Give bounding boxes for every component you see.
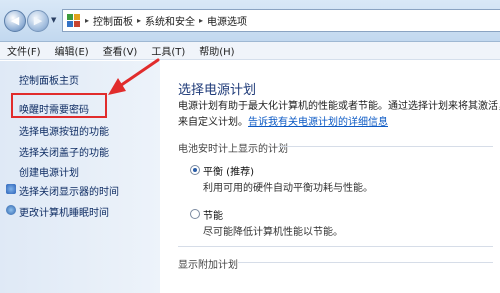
- radio-power-saver[interactable]: [190, 209, 200, 219]
- description-line: 来自定义计划。告诉我有关电源计划的详细信息: [178, 115, 500, 131]
- plan-name-balanced[interactable]: 平衡 (推荐): [203, 163, 254, 178]
- address-bar: ◀ ▶ ▼ ▸ 控制面板 ▸ 系统和安全 ▸ 电源选项: [0, 0, 500, 42]
- breadcrumb-separator: ▸: [199, 16, 204, 25]
- menu-file[interactable]: 文件(F): [0, 43, 48, 58]
- sidebar-item-lid-close[interactable]: 选择关闭盖子的功能: [19, 144, 109, 159]
- section-divider: [238, 262, 493, 263]
- breadcrumb-separator: ▸: [137, 16, 142, 25]
- menu-tools[interactable]: 工具(T): [144, 43, 192, 58]
- breadcrumb-control-panel[interactable]: 控制面板: [93, 13, 133, 28]
- section-battery-plans: 电池安时计上显示的计划: [178, 144, 288, 155]
- sidebar-item-control-panel-home[interactable]: 控制面板主页: [19, 72, 79, 87]
- plan-name-power-saver[interactable]: 节能: [203, 207, 223, 222]
- breadcrumb-power-options[interactable]: 电源选项: [207, 13, 247, 28]
- sidebar-item-power-button[interactable]: 选择电源按钮的功能: [19, 123, 109, 138]
- back-button[interactable]: ◀: [4, 10, 26, 32]
- menu-view[interactable]: 查看(V): [96, 43, 145, 58]
- show-additional-plans[interactable]: 显示附加计划: [178, 256, 238, 271]
- breadcrumb-system-security[interactable]: 系统和安全: [145, 13, 195, 28]
- history-dropdown-icon[interactable]: ▼: [51, 16, 56, 24]
- content-pane: 选择电源计划 电源计划有助于最大化计算机的性能或者节能。通过选择计划来将其激活，…: [160, 61, 500, 293]
- page-title: 选择电源计划: [178, 83, 257, 98]
- display-icon: [6, 184, 16, 194]
- menu-edit[interactable]: 编辑(E): [48, 43, 96, 58]
- page-description: 电源计划有助于最大化计算机的性能或者节能。通过选择计划来将其激活， 来自定义计划…: [178, 99, 500, 131]
- breadcrumb-separator: ▸: [85, 16, 90, 25]
- forward-button[interactable]: ▶: [27, 10, 49, 32]
- radio-balanced[interactable]: [190, 165, 200, 175]
- sidebar-item-sleep-time[interactable]: 更改计算机睡眠时间: [19, 204, 109, 219]
- plan-desc-power-saver: 尽可能降低计算机性能以节能。: [203, 227, 343, 238]
- menu-bar: 文件(F) 编辑(E) 查看(V) 工具(T) 帮助(H): [0, 42, 500, 60]
- sidebar-item-display-off[interactable]: 选择关闭显示器的时间: [19, 183, 119, 198]
- sleep-icon: [6, 205, 16, 215]
- section-divider: [278, 146, 493, 147]
- control-panel-icon: [67, 13, 81, 28]
- description-line: 电源计划有助于最大化计算机的性能或者节能。通过选择计划来将其激活，: [178, 101, 500, 112]
- menu-help[interactable]: 帮助(H): [192, 43, 241, 58]
- highlight-box: [11, 93, 107, 118]
- plan-desc-balanced: 利用可用的硬件自动平衡功耗与性能。: [203, 183, 373, 194]
- sidebar-item-create-plan[interactable]: 创建电源计划: [19, 164, 79, 179]
- section-divider: [178, 246, 493, 247]
- description-prefix: 来自定义计划。: [178, 117, 248, 128]
- help-link[interactable]: 告诉我有关电源计划的详细信息: [248, 117, 388, 128]
- address-field[interactable]: ▸ 控制面板 ▸ 系统和安全 ▸ 电源选项: [62, 9, 500, 32]
